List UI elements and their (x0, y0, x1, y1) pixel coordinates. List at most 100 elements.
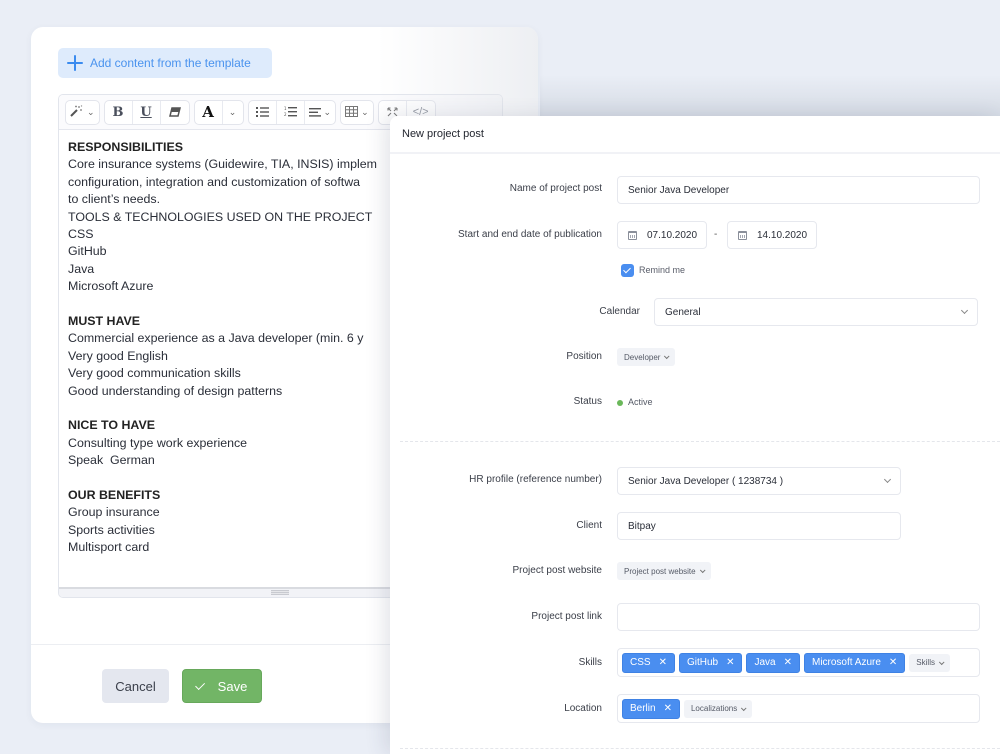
position-label: Position (566, 351, 602, 362)
chevron-down-icon: ⌄ (228, 106, 237, 117)
chevron-down-icon: ⌄ (323, 106, 332, 117)
client-input[interactable]: Bitpay (617, 512, 901, 540)
table-icon (345, 105, 359, 120)
position-dropdown[interactable]: Developer (617, 348, 676, 366)
align-button[interactable]: ⌄ (305, 101, 336, 124)
numbered-list-button[interactable]: 12 (277, 100, 305, 124)
add-template-content-label: Add content from the template (90, 56, 251, 70)
website-dropdown[interactable]: Project post website (617, 562, 711, 580)
skill-tag-label: Microsoft Azure (811, 657, 881, 668)
chevron-down-icon (699, 567, 706, 574)
toolbar-group-table: ⌄ (340, 99, 374, 125)
localizations-dropdown-label: Localizations (690, 704, 738, 713)
add-template-content-button[interactable]: Add content from the template (58, 48, 272, 78)
skill-tag-label: GitHub (686, 657, 719, 668)
link-label: Project post link (531, 611, 602, 622)
hr-profile-value: Senior Java Developer ( 1238734 ) (628, 475, 784, 487)
check-icon (194, 679, 205, 690)
skill-tag: GitHub ✕ (678, 652, 743, 673)
skill-tag-label: Java (754, 657, 776, 668)
skills-dropdown[interactable]: Skills (909, 653, 950, 672)
modal-title: New project post (402, 128, 484, 140)
chevron-down-icon: ⌄ (361, 106, 369, 117)
remove-icon[interactable]: ✕ (726, 657, 734, 668)
skill-tag: CSS ✕ (622, 652, 675, 673)
calendar-select[interactable]: General (654, 298, 978, 326)
chevron-down-icon (883, 475, 892, 484)
status-label: Status (573, 396, 602, 407)
bold-button[interactable]: B (105, 100, 133, 124)
hr-profile-select[interactable]: Senior Java Developer ( 1238734 ) (617, 467, 901, 495)
date-separator: - (714, 229, 718, 240)
skills-label: Skills (578, 657, 602, 668)
bullet-list-button[interactable] (249, 100, 277, 124)
remind-me-checkbox[interactable] (621, 264, 634, 277)
calendar-icon (628, 230, 637, 240)
eraser-button[interactable] (161, 101, 189, 124)
toolbar-group-color: A ⌄ (193, 99, 244, 125)
section-divider (400, 441, 1000, 442)
cancel-button[interactable]: Cancel (102, 669, 169, 703)
website-label: Project post website (512, 565, 603, 576)
font-color-dropdown[interactable]: ⌄ (223, 101, 243, 124)
magic-wand-icon (70, 104, 84, 120)
skill-tag: Microsoft Azure ✕ (803, 652, 906, 673)
status-value: Active (628, 397, 653, 407)
toolbar-group-paragraph: 12 ⌄ (247, 99, 337, 125)
new-project-post-modal: New project post Name of project post Se… (390, 116, 1000, 754)
position-value: Developer (624, 352, 661, 362)
font-color-button[interactable]: A (195, 100, 223, 124)
save-label: Save (217, 678, 248, 694)
remove-icon[interactable]: ✕ (889, 657, 897, 668)
magic-wand-button[interactable]: ⌄ (66, 101, 99, 124)
chevron-down-icon (664, 353, 671, 360)
start-date-input[interactable]: 07.10.2020 (617, 221, 707, 249)
client-value: Bitpay (628, 520, 656, 532)
dates-label: Start and end date of publication (458, 229, 602, 240)
section-divider (400, 748, 1000, 749)
hr-profile-label: HR profile (reference number) (469, 474, 602, 485)
location-field[interactable]: Berlin ✕ Localizations (617, 694, 980, 723)
resize-handle[interactable] (271, 590, 289, 595)
skills-dropdown-label: Skills (916, 658, 935, 667)
status-dot-icon (617, 400, 623, 406)
name-label: Name of project post (509, 183, 602, 194)
svg-text:2: 2 (284, 112, 287, 117)
chevron-down-icon (938, 658, 945, 665)
client-label: Client (576, 520, 602, 531)
remove-icon[interactable]: ✕ (664, 703, 672, 714)
remind-me-label: Remind me (639, 265, 686, 275)
chevron-down-icon (960, 306, 969, 315)
name-value: Senior Java Developer (628, 184, 730, 196)
calendar-label: Calendar (599, 306, 640, 317)
numbered-list-icon: 12 (284, 105, 297, 120)
eraser-icon (168, 105, 181, 120)
underline-button[interactable]: U (133, 100, 161, 124)
bullet-list-icon (255, 105, 269, 120)
website-value: Project post website (624, 566, 696, 576)
align-left-icon (308, 105, 321, 120)
modal-header: New project post (390, 116, 1000, 154)
svg-text:1: 1 (284, 106, 287, 111)
start-date-value: 07.10.2020 (647, 229, 698, 241)
localizations-dropdown[interactable]: Localizations (683, 699, 753, 718)
skill-tag: Java ✕ (746, 652, 800, 673)
save-button[interactable]: Save (182, 669, 262, 703)
end-date-input[interactable]: 14.10.2020 (727, 221, 817, 249)
link-input[interactable] (617, 603, 980, 631)
location-tag-label: Berlin (630, 703, 656, 714)
remove-icon[interactable]: ✕ (784, 657, 792, 668)
calendar-icon (738, 230, 747, 240)
chevron-down-icon (741, 704, 747, 711)
table-button[interactable]: ⌄ (341, 101, 373, 124)
end-date-value: 14.10.2020 (757, 229, 808, 241)
toolbar-group-format: B U (103, 99, 190, 125)
chevron-down-icon: ⌄ (87, 106, 95, 117)
location-tag: Berlin ✕ (622, 698, 680, 719)
skill-tag-label: CSS (630, 657, 651, 668)
remove-icon[interactable]: ✕ (659, 657, 667, 668)
calendar-value: General (665, 306, 701, 318)
plus-icon (67, 55, 83, 71)
skills-field[interactable]: CSS ✕ GitHub ✕ Java ✕ Microsoft Azure ✕ … (617, 648, 980, 677)
name-input[interactable]: Senior Java Developer (617, 176, 980, 204)
